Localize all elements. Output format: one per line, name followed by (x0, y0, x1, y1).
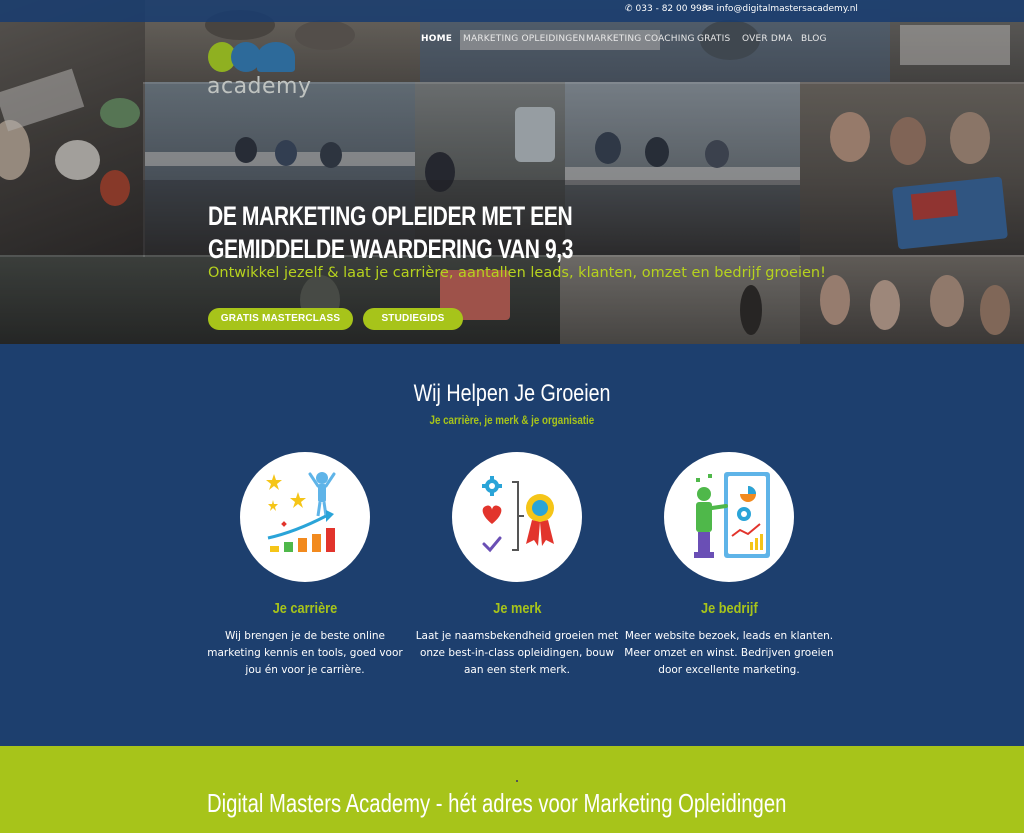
nav-item-marketing-coaching[interactable]: MARKETING COACHING (586, 34, 695, 44)
hero-title-line: DE MARKETING OPLEIDER MET EEN (208, 201, 573, 231)
email-address: info@digitalmastersacademy.nl (716, 4, 858, 14)
phone-link[interactable]: ✆ 033 - 82 00 998 (625, 4, 708, 14)
logo-wordmark: academy (207, 74, 312, 99)
divider-dot (516, 780, 518, 782)
career-growth-icon (240, 452, 370, 582)
brand-award-icon (452, 452, 582, 582)
phone-icon: ✆ (625, 4, 633, 14)
column-text-carriere: Wij brengen je de beste online marketing… (207, 630, 403, 676)
column-title-text: Je bedrijf (700, 600, 758, 617)
studiegids-button[interactable]: STUDIEGIDS (363, 308, 463, 330)
hero-title: DE MARKETING OPLEIDER MET EEN GEMIDDELDE… (208, 200, 614, 266)
section-title: Wij Helpen Je Groeien (0, 380, 1024, 408)
column-title-bedrijf: Je bedrijf (609, 600, 849, 617)
hero-banner: ✆ 033 - 82 00 998 ✉ info@digitalmastersaca… (0, 0, 1024, 344)
email-link[interactable]: ✉ info@digitalmastersacademy.nl (706, 4, 858, 14)
site-logo[interactable]: academy (205, 40, 311, 102)
top-contact-bar: ✆ 033 - 82 00 998 ✉ info@digitalmastersaca… (0, 0, 1024, 22)
nav-item-over-dma[interactable]: OVER DMA (742, 34, 792, 44)
column-text-merk: Laat je naamsbekendheid groeien met onze… (415, 630, 619, 676)
column-title-carriere: Je carrière (185, 600, 425, 617)
logo-mark-blue (257, 42, 295, 72)
section-subtitle: Je carrière, je merk & je organisatie (0, 415, 1024, 427)
nav-item-marketing-opleidingen[interactable]: MARKETING OPLEIDINGEN (463, 34, 585, 44)
footer-banner-title: Digital Masters Academy - hét adres voor… (207, 788, 787, 818)
envelope-icon: ✉ (706, 4, 714, 14)
hero-title-line: GEMIDDELDE WAARDERING VAN 9,3 (208, 234, 574, 264)
column-title-merk: Je merk (397, 600, 637, 617)
business-presentation-icon (664, 452, 794, 582)
hero-subtitle: Ontwikkel jezelf & laat je carrière, aan… (208, 265, 826, 281)
column-title-text: Je merk (492, 600, 542, 617)
section-subtitle-text: Je carrière, je merk & je organisatie (429, 415, 595, 427)
phone-number: 033 - 82 00 998 (635, 4, 708, 14)
gratis-masterclass-button[interactable]: GRATIS MASTERCLASS (208, 308, 353, 330)
nav-item-gratis[interactable]: GRATIS (697, 34, 730, 44)
section-title-text: Wij Helpen Je Groeien (413, 380, 611, 407)
nav-item-home[interactable]: HOME (421, 34, 452, 44)
column-text-bedrijf: Meer website bezoek, leads en klanten. M… (624, 630, 834, 676)
nav-item-blog[interactable]: BLOG (801, 34, 827, 44)
column-title-text: Je carrière (272, 600, 338, 617)
hero-overlay (0, 0, 1024, 344)
